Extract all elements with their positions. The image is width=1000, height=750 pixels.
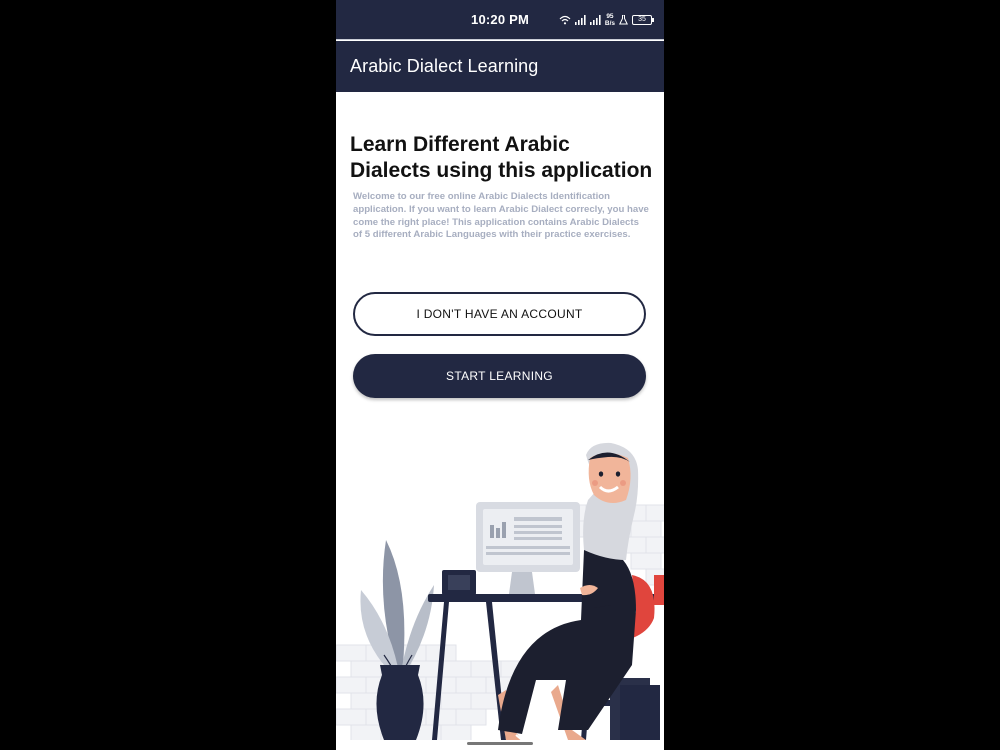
network-speed: 95 B/s [605,13,615,27]
status-icons: 95 B/s 35 [559,11,654,29]
page-headline: Learn Different Arabic Dialects using th… [350,133,653,182]
no-account-button[interactable]: I DON'T HAVE AN ACCOUNT [353,292,646,336]
signal-icon-1 [574,15,586,25]
intro-text: Welcome to our free online Arabic Dialec… [353,191,649,241]
status-bar: 10:20 PM 95 B/s 35 [336,0,664,40]
tablet-icon [442,570,476,595]
battery-icon: 35 [632,15,654,25]
woman-at-desk-illustration [336,442,664,740]
monitor-icon [476,502,580,594]
wifi-icon [559,15,571,25]
phone-screen: 10:20 PM 95 B/s 35 Arabic Dialect Learni… [336,0,664,750]
gesture-nav-handle[interactable] [467,742,533,745]
app-bar: Arabic Dialect Learning [336,41,664,92]
network-speed-unit: B/s [604,20,615,27]
flask-icon [619,15,628,25]
start-learning-button[interactable]: START LEARNING [353,354,646,398]
app-title: Arabic Dialect Learning [350,56,539,76]
signal-icon-2 [589,15,601,25]
network-speed-value: 95 [606,13,614,20]
